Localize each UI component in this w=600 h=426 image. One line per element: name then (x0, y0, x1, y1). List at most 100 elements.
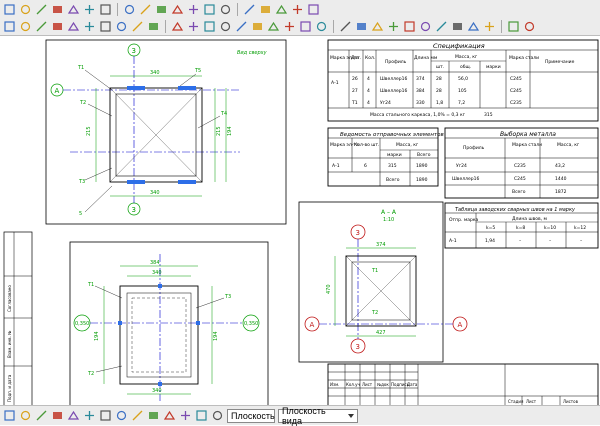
layer-icon[interactable] (3, 409, 16, 422)
welds-header: k=8 (516, 225, 525, 231)
scale-icon[interactable] (419, 20, 432, 33)
circle-icon[interactable] (203, 20, 216, 33)
view-top[interactable]: Вид сверху 3 А 3 340 340 215 215 194 Т1 … (45, 39, 287, 225)
calculator-icon[interactable] (275, 3, 288, 16)
trim-icon[interactable] (315, 20, 328, 33)
main-toolbar (0, 0, 600, 19)
join-icon[interactable] (507, 20, 520, 33)
edit-icon[interactable] (131, 20, 144, 33)
mark-label: Т2 (371, 310, 378, 316)
dimension-icon[interactable] (19, 20, 32, 33)
welds-header: Отпр. марка (449, 217, 479, 223)
spec-header: Примечание (545, 59, 575, 65)
dim-text: 215 (216, 126, 222, 136)
text-style-icon[interactable] (99, 409, 112, 422)
color-icon[interactable] (51, 409, 64, 422)
status-icons (3, 409, 224, 422)
spline-icon[interactable] (251, 20, 264, 33)
help-icon[interactable] (219, 3, 232, 16)
snap-icon[interactable] (51, 20, 64, 33)
polygon-icon[interactable] (283, 20, 296, 33)
print-area-icon[interactable] (179, 409, 192, 422)
properties-icon[interactable] (259, 3, 272, 16)
zoom-window-icon[interactable] (187, 3, 200, 16)
dim-text: 215 (86, 126, 92, 136)
spec-cell: 56,0 (458, 76, 468, 82)
line-icon[interactable] (171, 20, 184, 33)
spec-cell: 7,2 (458, 100, 465, 106)
section-a-a[interactable]: А – А 1:10 3 3 А А 374 470 427 Т1 Т2 (298, 201, 468, 363)
hatch-icon[interactable] (147, 20, 160, 33)
redo-icon[interactable] (139, 3, 152, 16)
close-icon[interactable] (291, 3, 304, 16)
fillet-icon[interactable] (451, 20, 464, 33)
stamp-label: Изм. (330, 382, 339, 387)
spec-cell: Швеллер16 (380, 88, 407, 94)
welds-title: Таблица заводских сварных швов на 1 марк… (455, 207, 576, 213)
rotate-icon[interactable] (403, 20, 416, 33)
plane-select[interactable]: Плоскость (227, 408, 285, 423)
undo-icon[interactable] (123, 3, 136, 16)
axis-label: 0,350 (75, 321, 89, 327)
zoom-out-icon[interactable] (171, 3, 184, 16)
linetype-icon[interactable] (83, 409, 96, 422)
grid-icon[interactable] (35, 20, 48, 33)
text-icon[interactable] (115, 20, 128, 33)
side-label: Подп. и дата (7, 374, 12, 402)
offset-icon[interactable] (299, 20, 312, 33)
pan-icon[interactable] (203, 3, 216, 16)
welds-cell: – (519, 239, 522, 244)
spec-cell: 330 (416, 100, 425, 106)
break-icon[interactable] (483, 20, 496, 33)
array-icon[interactable] (435, 20, 448, 33)
measure-icon[interactable] (99, 20, 112, 33)
lineweight-icon[interactable] (67, 409, 80, 422)
polyline-icon[interactable] (235, 20, 248, 33)
model-icon[interactable] (211, 409, 224, 422)
save-icon[interactable] (35, 3, 48, 16)
view-plane-select[interactable]: Плоскость вида (278, 406, 358, 426)
zoom-in-icon[interactable] (155, 3, 168, 16)
chamfer-icon[interactable] (467, 20, 480, 33)
sheet-icon[interactable] (195, 409, 208, 422)
snap-grid-icon[interactable] (19, 409, 32, 422)
print-preview-icon[interactable] (83, 3, 96, 16)
check-icon[interactable] (163, 409, 176, 422)
view-bottom[interactable]: 0,350 0,350 384 340 194 340 194 Т1 Т2 Т3 (69, 241, 269, 406)
section-scale: 1:10 (383, 217, 394, 223)
book-icon[interactable] (307, 3, 320, 16)
view-title: Вид сверху (237, 50, 268, 56)
dim-text: 340 (152, 388, 162, 394)
spec-cell: 1,8 (436, 100, 443, 106)
dim-text: 340 (152, 270, 162, 276)
open-icon[interactable] (19, 3, 32, 16)
layers-icon[interactable] (243, 3, 256, 16)
print-icon[interactable] (67, 3, 80, 16)
ortho-icon[interactable] (67, 20, 80, 33)
mark-label: Т5 (194, 68, 201, 74)
new-file-icon[interactable] (3, 3, 16, 16)
toolbar-separator (165, 20, 166, 33)
dim-style-icon[interactable] (131, 409, 144, 422)
spec-cell: С235 (510, 100, 522, 106)
block-icon[interactable] (147, 409, 160, 422)
save-all-icon[interactable] (51, 3, 64, 16)
erase-icon[interactable] (523, 20, 536, 33)
mirror-icon[interactable] (355, 20, 368, 33)
dim-text: 194 (213, 331, 219, 341)
select-icon[interactable] (3, 20, 16, 33)
stamp-label: Стадия (508, 399, 524, 404)
move-icon[interactable] (387, 20, 400, 33)
spec-header: Масса, кг (455, 54, 478, 60)
ellipse-icon[interactable] (267, 20, 280, 33)
extend-icon[interactable] (339, 20, 352, 33)
drawing-canvas[interactable]: Вид сверху 3 А 3 340 340 215 215 194 Т1 … (0, 36, 600, 406)
metal-cell: С245 (514, 176, 526, 182)
pointer-icon[interactable] (83, 20, 96, 33)
arc-icon[interactable] (219, 20, 232, 33)
rectangle-icon[interactable] (187, 20, 200, 33)
export-icon[interactable] (99, 3, 112, 16)
copy-icon[interactable] (371, 20, 384, 33)
hatch-style-icon[interactable] (115, 409, 128, 422)
osnap-icon[interactable] (35, 409, 48, 422)
